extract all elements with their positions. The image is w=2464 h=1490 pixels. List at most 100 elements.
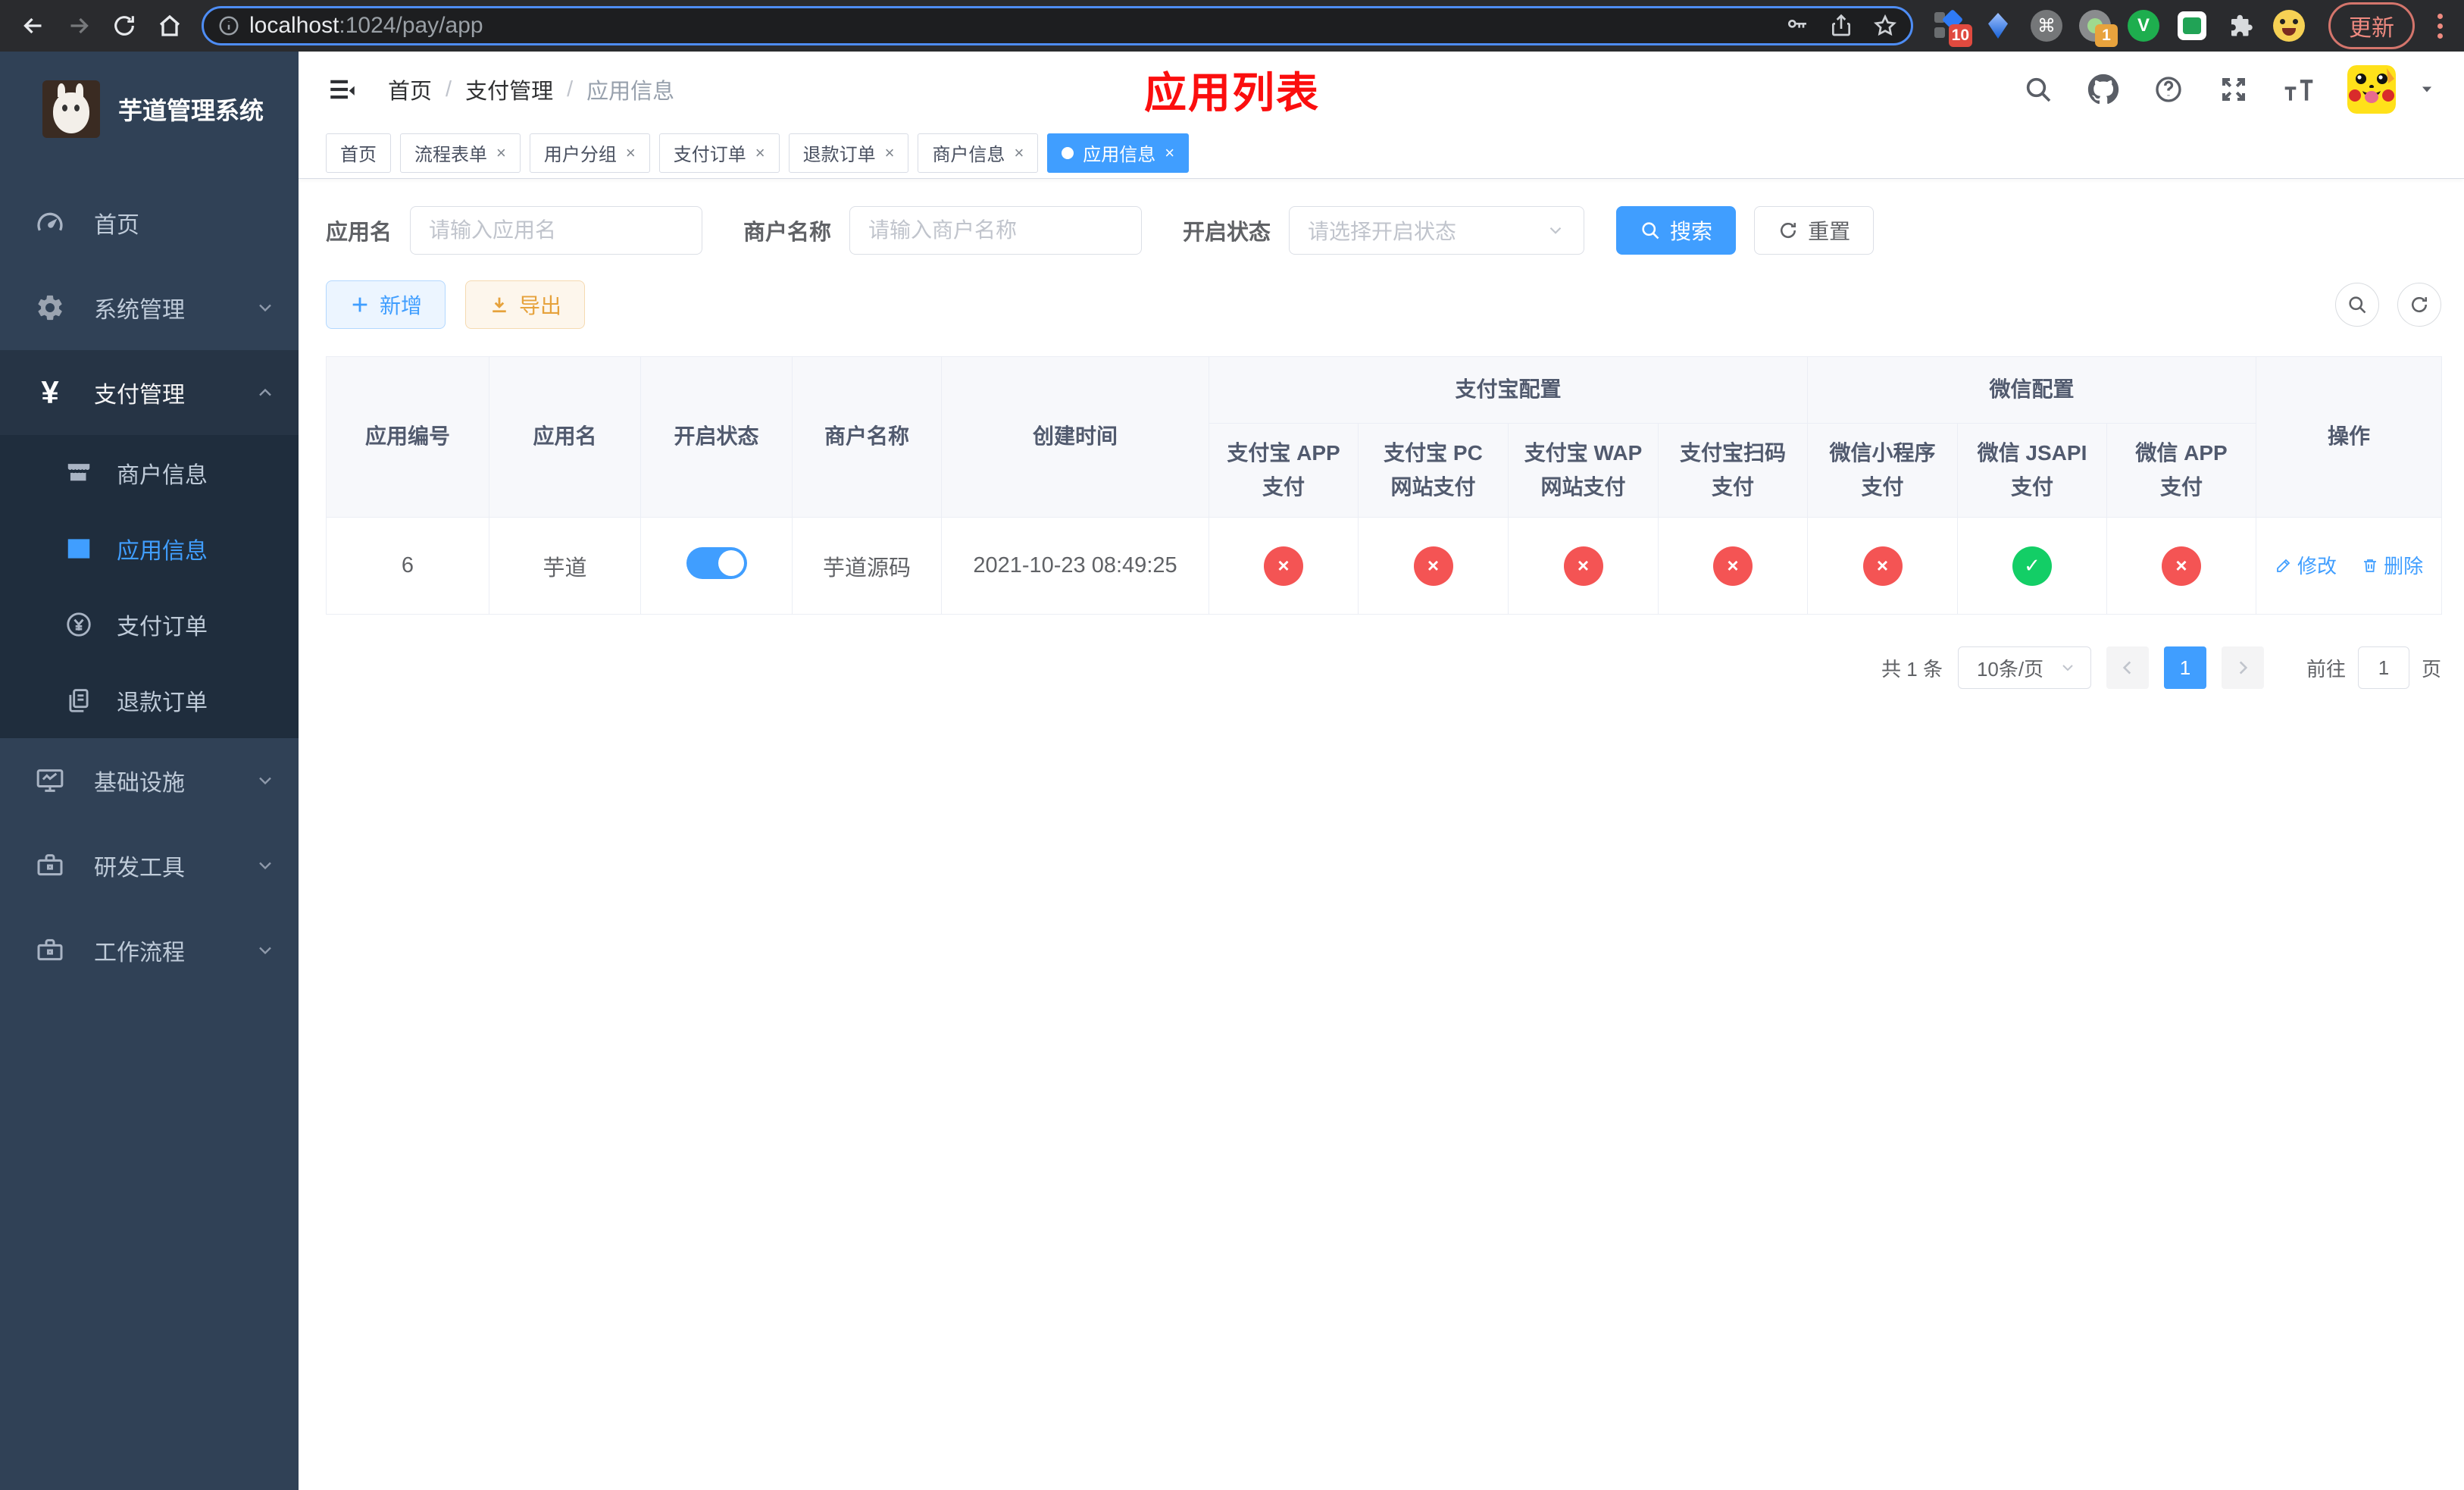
extension-icons: 10 ⌘ 1 V <box>1933 8 2306 47</box>
status-select[interactable]: 请选择开启状态 <box>1289 206 1585 255</box>
browser-home-button[interactable] <box>150 6 189 45</box>
sidebar-item-payment[interactable]: ¥ 支付管理 <box>0 350 299 435</box>
dashboard-icon <box>33 206 67 239</box>
tab-app-info[interactable]: 应用信息 × <box>1047 133 1190 173</box>
site-info-icon[interactable] <box>217 14 240 37</box>
profile-avatar-icon[interactable] <box>2272 9 2306 42</box>
plus-icon <box>352 297 367 312</box>
extension-command-icon[interactable]: ⌘ <box>2030 9 2063 42</box>
browser-back-button[interactable] <box>14 6 53 45</box>
pay-circle-icon <box>64 609 94 640</box>
tab-process-form[interactable]: 流程表单 × <box>400 133 521 173</box>
close-icon[interactable]: × <box>1014 143 1024 163</box>
browser-forward-button[interactable] <box>59 6 98 45</box>
breadcrumb-separator: / <box>446 77 452 102</box>
sidebar-item-devtools[interactable]: 研发工具 <box>0 823 299 908</box>
avatar-caret-icon[interactable] <box>2417 80 2437 99</box>
sidebar: 芋道管理系统 首页 系统管理 ¥ 支付管理 商户信息 应用信息 支付订单 退款订… <box>0 52 299 1490</box>
extension-recorder-icon[interactable]: 1 <box>2078 9 2118 47</box>
tab-home[interactable]: 首页 <box>326 133 391 173</box>
sidebar-item-merchant-info[interactable]: 商户信息 <box>0 435 299 511</box>
extension-green-v-icon[interactable]: V <box>2127 9 2160 42</box>
merchant-name-label: 商户名称 <box>743 221 832 245</box>
edit-link[interactable]: 修改 <box>2275 551 2337 579</box>
col-app-id: 应用编号 <box>326 356 489 518</box>
extension-tabs-icon[interactable]: 10 <box>1933 8 1972 47</box>
cell-merchant: 芋道源码 <box>792 517 942 615</box>
export-button[interactable]: 导出 <box>465 280 586 329</box>
search-button[interactable]: 搜索 <box>1616 206 1737 255</box>
sidebar-item-refund-order[interactable]: 退款订单 <box>0 662 299 738</box>
share-icon[interactable] <box>1829 14 1853 38</box>
alipay-app-status-icon <box>1264 546 1303 586</box>
extension-kite-icon[interactable] <box>1981 9 2015 42</box>
app-name-input[interactable] <box>410 206 703 255</box>
sidebar-item-app-info[interactable]: 应用信息 <box>0 511 299 587</box>
browser-menu-button[interactable] <box>2430 13 2450 39</box>
tab-user-group[interactable]: 用户分组 × <box>529 133 650 173</box>
sidebar-item-system[interactable]: 系统管理 <box>0 265 299 350</box>
extensions-puzzle-icon[interactable] <box>2224 9 2257 42</box>
toolbox-icon <box>33 849 67 882</box>
cell-status <box>640 517 793 615</box>
reload-icon <box>114 16 134 36</box>
merchant-name-input[interactable] <box>849 206 1143 255</box>
tab-refund-order[interactable]: 退款订单 × <box>788 133 909 173</box>
toolbox-icon <box>33 934 67 967</box>
home-icon <box>159 14 180 36</box>
extension-chat-icon[interactable] <box>2175 9 2209 42</box>
sidebar-collapse-icon[interactable] <box>326 73 359 106</box>
hide-search-button[interactable] <box>2335 283 2379 327</box>
top-navbar: 首页 / 支付管理 / 应用信息 <box>299 52 2464 127</box>
sidebar-item-pay-order[interactable]: 支付订单 <box>0 587 299 662</box>
page-size-select[interactable]: 10条/页 <box>1957 646 2091 689</box>
close-icon[interactable]: × <box>885 143 895 163</box>
search-icon[interactable] <box>2022 73 2055 106</box>
status-toggle[interactable] <box>686 546 747 579</box>
fullscreen-icon[interactable] <box>2217 73 2250 106</box>
breadcrumb-home[interactable]: 首页 <box>388 74 432 105</box>
breadcrumb-payment[interactable]: 支付管理 <box>465 74 553 105</box>
extension-badge-1: 1 <box>2095 24 2118 47</box>
yen-icon: ¥ <box>41 374 59 410</box>
reset-button[interactable]: 重置 <box>1754 206 1875 255</box>
font-size-icon[interactable] <box>2282 73 2315 106</box>
close-icon[interactable]: × <box>1165 143 1174 163</box>
tab-pay-order[interactable]: 支付订单 × <box>658 133 780 173</box>
tab-merchant-info[interactable]: 商户信息 × <box>918 133 1039 173</box>
chevron-down-icon <box>255 855 276 876</box>
close-icon[interactable]: × <box>755 143 765 163</box>
col-alipay-pc: 支付宝 PC 网站支付 <box>1358 423 1509 518</box>
next-page-button[interactable] <box>2221 646 2264 689</box>
delete-link[interactable]: 删除 <box>2361 551 2423 579</box>
app-logo[interactable]: 芋道管理系统 <box>0 52 299 161</box>
table-toolbar: 新增 导出 <box>326 280 2441 329</box>
cell-app-name: 芋道 <box>489 517 641 615</box>
refresh-icon <box>1781 222 1796 239</box>
github-icon[interactable] <box>2087 73 2120 106</box>
refresh-table-button[interactable] <box>2397 283 2441 327</box>
user-avatar[interactable] <box>2347 65 2396 114</box>
browser-reload-button[interactable] <box>105 6 144 45</box>
page-number-1[interactable]: 1 <box>2163 646 2206 689</box>
address-bar[interactable]: localhost:1024/pay/app <box>202 6 1913 45</box>
password-key-icon[interactable] <box>1785 14 1809 38</box>
bookmark-star-icon[interactable] <box>1873 14 1897 38</box>
close-icon[interactable]: × <box>496 143 506 163</box>
col-wx-mini: 微信小程序支付 <box>1807 423 1959 518</box>
col-actions: 操作 <box>2256 356 2443 518</box>
browser-update-button[interactable]: 更新 <box>2328 2 2415 49</box>
prev-page-button[interactable] <box>2106 646 2149 689</box>
sidebar-item-workflow[interactable]: 工作流程 <box>0 908 299 993</box>
breadcrumb: 首页 / 支付管理 / 应用信息 <box>388 74 674 105</box>
annotation-title: 应用列表 <box>1144 69 1320 117</box>
close-icon[interactable]: × <box>626 143 636 163</box>
chevron-right-icon <box>2239 661 2248 675</box>
col-wx-app: 微信 APP 支付 <box>2106 423 2257 518</box>
add-button[interactable]: 新增 <box>326 280 446 329</box>
sidebar-item-home[interactable]: 首页 <box>0 180 299 265</box>
chevron-down-icon <box>1546 221 1565 240</box>
sidebar-item-infra[interactable]: 基础设施 <box>0 738 299 823</box>
goto-page-input[interactable] <box>2357 646 2409 689</box>
help-icon[interactable] <box>2152 73 2185 106</box>
